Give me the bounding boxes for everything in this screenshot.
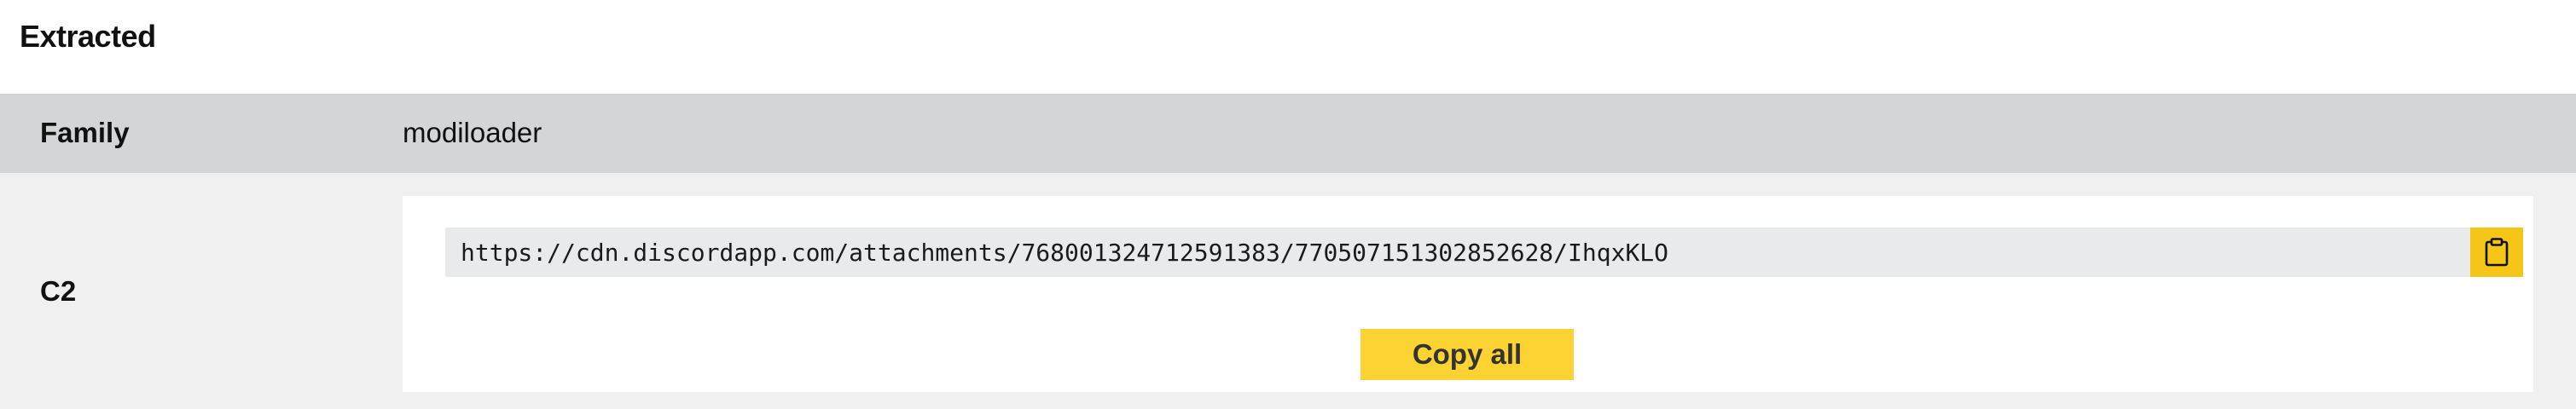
family-value: modiloader (403, 117, 542, 148)
family-row: Family modiloader (0, 94, 2576, 173)
c2-url-field[interactable]: https://cdn.discordapp.com/attachments/7… (445, 228, 2523, 277)
section-title: Extracted (20, 19, 156, 54)
clipboard-icon (2485, 238, 2509, 267)
copy-all-button[interactable]: Copy all (1361, 329, 1574, 380)
c2-row: C2 https://cdn.discordapp.com/attachment… (0, 173, 2576, 409)
c2-card: https://cdn.discordapp.com/attachments/7… (403, 196, 2533, 392)
family-label: Family (40, 117, 130, 148)
c2-label: C2 (40, 275, 77, 307)
copy-url-button[interactable] (2470, 228, 2523, 277)
c2-url-text[interactable]: https://cdn.discordapp.com/attachments/7… (461, 239, 1668, 267)
